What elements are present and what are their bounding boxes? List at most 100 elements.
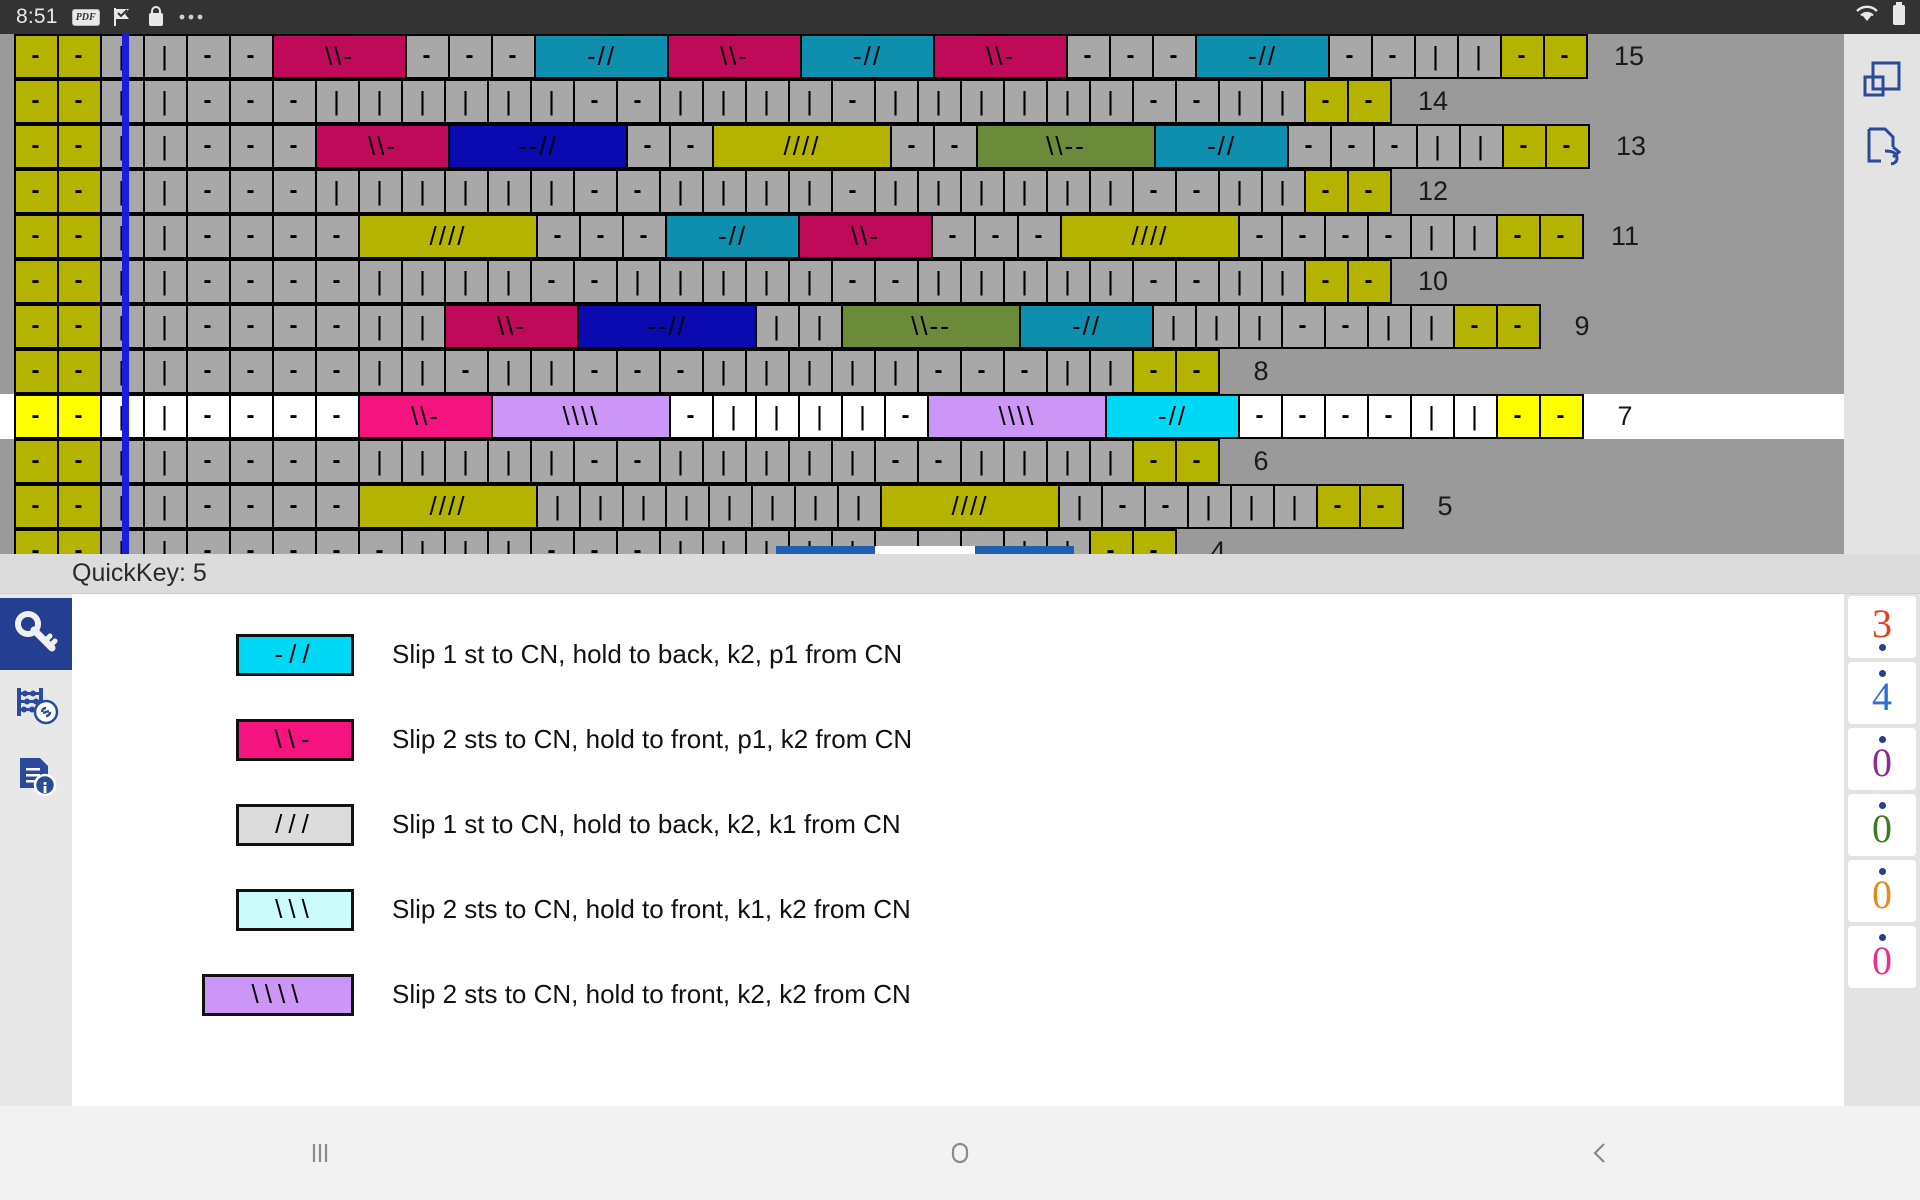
chart-cell[interactable]: | (837, 484, 882, 529)
chart-cell[interactable]: | (745, 439, 790, 484)
chart-cell[interactable]: | (841, 394, 886, 439)
sidebar-item-counter[interactable] (0, 670, 72, 742)
chart-cell[interactable]: - (186, 259, 231, 304)
chart-row[interactable]: --||----\\-\\\\-||||-\\\\-//----||--7 (0, 394, 1920, 439)
chart-cell[interactable]: - (1539, 214, 1584, 259)
chart-cell[interactable]: | (798, 394, 843, 439)
chart-cell[interactable]: | (487, 169, 532, 214)
chart-cell[interactable]: | (874, 169, 919, 214)
chart-cell[interactable]: \\- (444, 304, 579, 349)
chart-cell[interactable]: -// (800, 34, 935, 79)
chart-cell[interactable]: - (448, 34, 493, 79)
chart-cell[interactable]: \\- (358, 394, 493, 439)
chart-cell[interactable]: | (712, 394, 757, 439)
chart-row-cells[interactable]: --||--\\-----//\\--//\\-----//--||-- (14, 34, 1588, 79)
chart-cell[interactable]: | (401, 259, 446, 304)
chart-cell[interactable]: | (444, 79, 489, 124)
chart-cell[interactable]: | (960, 169, 1005, 214)
chart-cell[interactable]: | (1416, 124, 1461, 169)
chart-row[interactable]: --||---\\---//--////--\\---//---||--13 (0, 124, 1920, 169)
chart-cell[interactable]: | (358, 79, 403, 124)
chart-cell[interactable]: - (186, 349, 231, 394)
chart-row-cells[interactable]: --||----||-||---|||||---||-- (14, 349, 1220, 394)
android-nav-bar[interactable] (0, 1106, 1920, 1200)
chart-row-cells[interactable]: --||----\\-\\\\-||||-\\\\-//----||-- (14, 394, 1584, 439)
chart-cell[interactable]: - (272, 169, 317, 214)
chart-cell[interactable]: - (1328, 34, 1373, 79)
chart-cell[interactable]: -// (1019, 304, 1154, 349)
chart-cell[interactable]: - (229, 79, 274, 124)
chart-cell[interactable]: //// (1060, 214, 1240, 259)
chart-cell[interactable]: - (186, 34, 231, 79)
chart-cell[interactable]: - (315, 484, 360, 529)
chart-cell[interactable]: - (1152, 34, 1197, 79)
chart-cell[interactable]: - (272, 394, 317, 439)
chart-cell[interactable]: - (272, 214, 317, 259)
chart-cell[interactable]: - (573, 259, 618, 304)
chart-cell[interactable]: | (708, 484, 753, 529)
chart-cell[interactable]: | (1218, 79, 1263, 124)
chart-cell[interactable]: - (57, 169, 102, 214)
chart-cell[interactable]: - (931, 214, 976, 259)
chart-cell[interactable]: - (874, 439, 919, 484)
chart-cell[interactable]: - (1109, 34, 1154, 79)
chart-cell[interactable]: | (874, 79, 919, 124)
chart-cell[interactable]: | (143, 34, 188, 79)
chart-cell[interactable]: - (1496, 394, 1541, 439)
chart-cell[interactable]: - (1132, 169, 1177, 214)
chart-cell[interactable]: - (272, 79, 317, 124)
chart-cell[interactable]: | (1089, 79, 1134, 124)
chart-cell[interactable]: | (487, 349, 532, 394)
chart-cell[interactable]: \\- (315, 124, 450, 169)
chart-cell[interactable]: | (960, 79, 1005, 124)
chart-cell[interactable]: | (401, 304, 446, 349)
chart-cell[interactable]: | (1046, 439, 1091, 484)
chart-cell[interactable]: - (1175, 349, 1220, 394)
chart-cell[interactable]: | (788, 259, 833, 304)
chart-cell[interactable]: - (1347, 169, 1392, 214)
chart-cell[interactable]: | (917, 259, 962, 304)
chart-cell[interactable]: | (1046, 259, 1091, 304)
chart-cell[interactable]: - (1287, 124, 1332, 169)
legend-swatch[interactable]: \\\ (236, 888, 354, 931)
chart-cell[interactable]: - (272, 259, 317, 304)
chart-cell[interactable]: - (579, 214, 624, 259)
chart-cell[interactable]: - (1324, 214, 1369, 259)
chart-cell[interactable]: - (57, 34, 102, 79)
chart-cell[interactable]: - (890, 124, 935, 169)
chart-cell[interactable]: - (186, 169, 231, 214)
chart-cell[interactable]: - (186, 79, 231, 124)
tool-rail[interactable] (1844, 34, 1920, 554)
chart-cell[interactable]: - (960, 349, 1005, 394)
chart-cell[interactable]: - (573, 439, 618, 484)
sidebar-item-info[interactable] (0, 742, 72, 814)
chart-cell[interactable]: - (1144, 484, 1189, 529)
chart-row-cells[interactable]: --||----////||||||||////|--|||-- (14, 484, 1404, 529)
chart-row-cells[interactable]: --||----||\\---//||\\---//|||--||-- (14, 304, 1541, 349)
chart-cell[interactable]: - (272, 439, 317, 484)
chart-cell[interactable]: - (933, 124, 978, 169)
chart-cell[interactable]: | (745, 259, 790, 304)
counter-rail[interactable]: 3 4 0 0 0 0 (1844, 594, 1920, 1106)
chart-cell[interactable]: | (579, 484, 624, 529)
chart-cell[interactable]: - (1539, 394, 1584, 439)
chart-scroll-area[interactable]: --||--\\-----//\\--//\\-----//--||--15--… (0, 34, 1920, 554)
chart-cell[interactable]: - (272, 484, 317, 529)
chart-cell[interactable]: - (14, 439, 59, 484)
chart-cell[interactable]: | (1089, 349, 1134, 394)
chart-cell[interactable]: | (143, 79, 188, 124)
chart-cell[interactable]: - (57, 214, 102, 259)
sidebar-item-quickkey[interactable] (0, 598, 72, 670)
chart-cell[interactable]: - (831, 259, 876, 304)
chart-cell[interactable]: | (358, 349, 403, 394)
chart-cell[interactable]: | (143, 214, 188, 259)
chart-cell[interactable]: - (1132, 259, 1177, 304)
chart-cell[interactable]: | (1003, 439, 1048, 484)
left-tool-rail[interactable] (0, 594, 72, 1106)
chart-cell[interactable]: - (14, 79, 59, 124)
chart-cell[interactable]: - (1373, 124, 1418, 169)
chart-cell[interactable]: - (1545, 124, 1590, 169)
chart-cell[interactable]: - (1132, 349, 1177, 394)
chart-cell[interactable]: - (57, 304, 102, 349)
chart-cell[interactable]: \\-- (841, 304, 1021, 349)
